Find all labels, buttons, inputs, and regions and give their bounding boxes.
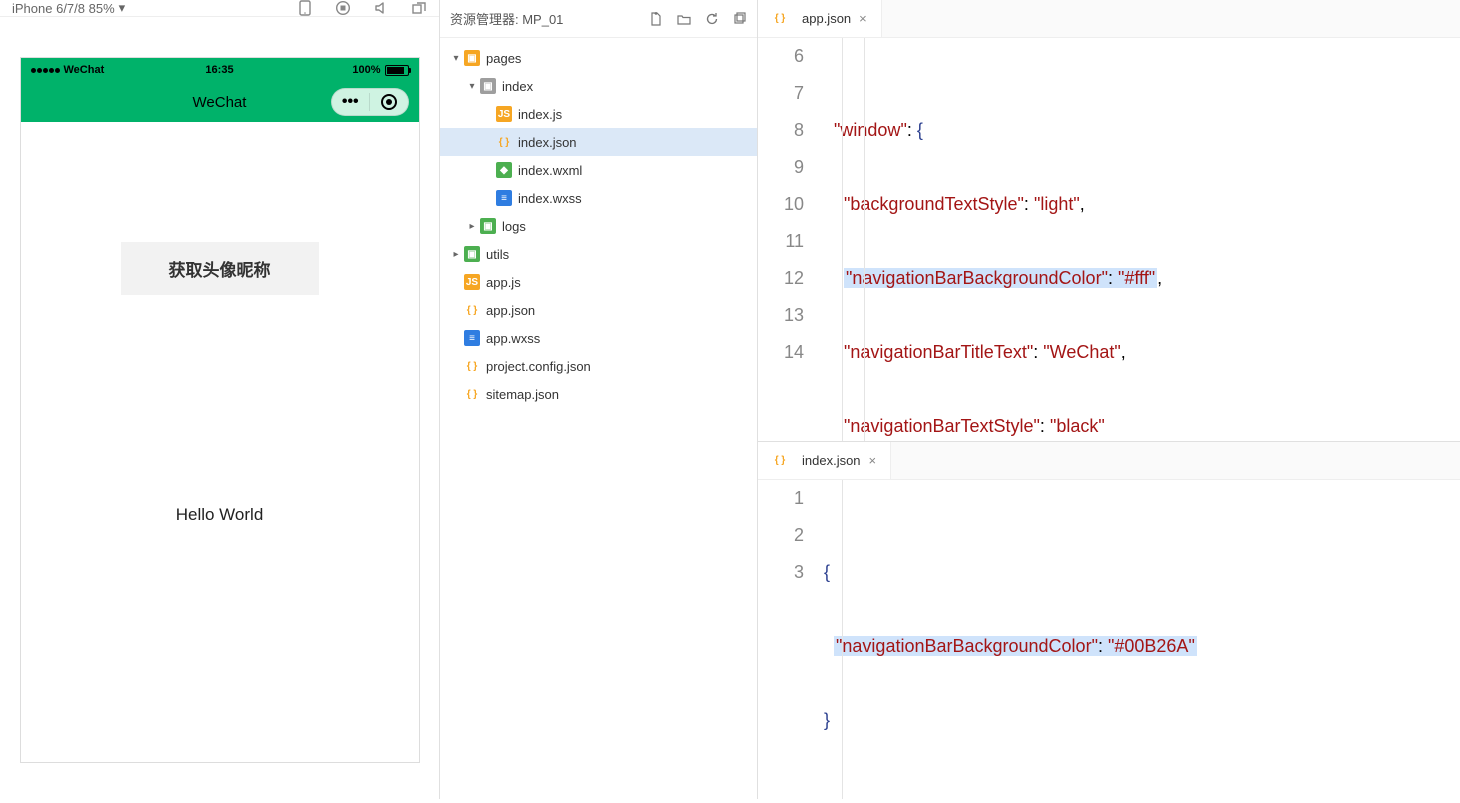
tree-folder-logs[interactable]: ▸ ▣ logs — [440, 212, 757, 240]
editor-top: { } app.json × 67891011121314 "window": … — [758, 0, 1460, 442]
tree-label: app.wxss — [486, 331, 540, 346]
json-icon: { } — [772, 11, 788, 27]
tree-file-project-config[interactable]: { } project.config.json — [440, 352, 757, 380]
wifi-icon — [108, 66, 120, 75]
tab-bar: { } index.json × — [758, 442, 1460, 480]
close-icon[interactable]: × — [869, 453, 877, 468]
tree-file-index-wxss[interactable]: ≡ index.wxss — [440, 184, 757, 212]
tree-file-index-wxml[interactable]: ◆ index.wxml — [440, 156, 757, 184]
sim-page: 获取头像昵称 Hello World — [21, 122, 419, 762]
explorer-header: 资源管理器: MP_01 — [440, 0, 757, 38]
device-icon[interactable] — [297, 0, 313, 16]
statusbar: WeChat 16:35 100% — [21, 58, 419, 82]
tab-label: app.json — [802, 11, 851, 26]
wxml-icon: ◆ — [496, 162, 512, 178]
tree-label: index.js — [518, 107, 562, 122]
tree-label: app.json — [486, 303, 535, 318]
file-tree: ▾ ▣ pages ▾ ▣ index JS index.js { } inde… — [440, 38, 757, 414]
json-icon: { } — [464, 358, 480, 374]
tree-folder-pages[interactable]: ▾ ▣ pages — [440, 44, 757, 72]
tree-file-app-wxss[interactable]: ≡ app.wxss — [440, 324, 757, 352]
tree-file-sitemap[interactable]: { } sitemap.json — [440, 380, 757, 408]
chevron-down-icon: ▾ — [448, 53, 464, 64]
chevron-down-icon: ▾ — [464, 81, 480, 92]
code-content: { "navigationBarBackgroundColor": "#00B2… — [820, 480, 1460, 799]
tree-label: logs — [502, 219, 526, 234]
tree-label: app.js — [486, 275, 521, 290]
collapse-icon[interactable] — [733, 12, 747, 26]
hello-text: Hello World — [176, 505, 264, 525]
wxss-icon: ≡ — [496, 190, 512, 206]
battery-pct: 100% — [352, 64, 380, 76]
js-icon: JS — [464, 274, 480, 290]
tree-folder-index[interactable]: ▾ ▣ index — [440, 72, 757, 100]
json-icon: { } — [496, 134, 512, 150]
nav-bar: WeChat ••• — [21, 82, 419, 122]
device-label: iPhone 6/7/8 85% — [12, 1, 115, 16]
device-selector[interactable]: iPhone 6/7/8 85% ▾ — [12, 0, 285, 16]
tree-label: index.json — [518, 135, 577, 150]
tree-file-index-json[interactable]: { } index.json — [440, 128, 757, 156]
mute-icon[interactable] — [373, 0, 389, 16]
detach-icon[interactable] — [411, 0, 427, 16]
explorer-title: 资源管理器: MP_01 — [450, 9, 641, 28]
get-avatar-button[interactable]: 获取头像昵称 — [121, 242, 319, 295]
explorer-panel: 资源管理器: MP_01 ▾ ▣ pages ▾ ▣ index JS inde — [440, 0, 758, 799]
battery-icon — [385, 65, 409, 76]
tree-folder-utils[interactable]: ▸ ▣ utils — [440, 240, 757, 268]
wxss-icon: ≡ — [464, 330, 480, 346]
tree-label: index.wxml — [518, 163, 582, 178]
new-file-icon[interactable] — [649, 12, 663, 26]
tree-label: utils — [486, 247, 509, 262]
clock-label: 16:35 — [157, 64, 283, 76]
gutter: 123 — [758, 480, 820, 799]
capsule-close-icon[interactable] — [370, 94, 408, 110]
capsule: ••• — [331, 88, 409, 116]
phone-screen: WeChat 16:35 100% WeChat ••• — [20, 57, 420, 763]
signal-icon — [31, 68, 60, 73]
json-icon: { } — [464, 386, 480, 402]
tree-label: index.wxss — [518, 191, 582, 206]
tab-app-json[interactable]: { } app.json × — [758, 0, 882, 37]
nav-title: WeChat — [193, 94, 247, 111]
tree-file-app-js[interactable]: JS app.js — [440, 268, 757, 296]
close-icon[interactable]: × — [859, 11, 867, 26]
carrier-label: WeChat — [64, 64, 105, 76]
tree-file-index-js[interactable]: JS index.js — [440, 100, 757, 128]
simulator-panel: iPhone 6/7/8 85% ▾ WeChat 16:35 — [0, 0, 440, 799]
gutter: 67891011121314 — [758, 38, 820, 441]
code-view[interactable]: 123 { "navigationBarBackgroundColor": "#… — [758, 480, 1460, 799]
folder-icon: ▣ — [480, 218, 496, 234]
chevron-right-icon: ▸ — [464, 221, 480, 232]
tab-index-json[interactable]: { } index.json × — [758, 442, 891, 479]
new-folder-icon[interactable] — [677, 12, 691, 26]
folder-icon: ▣ — [464, 246, 480, 262]
tree-label: project.config.json — [486, 359, 591, 374]
refresh-icon[interactable] — [705, 12, 719, 26]
json-icon: { } — [464, 302, 480, 318]
chevron-right-icon: ▸ — [448, 249, 464, 260]
code-view[interactable]: 67891011121314 "window": { "backgroundTe… — [758, 38, 1460, 441]
tab-label: index.json — [802, 453, 861, 468]
tab-bar: { } app.json × — [758, 0, 1460, 38]
json-icon: { } — [772, 453, 788, 469]
folder-icon: ▣ — [480, 78, 496, 94]
chevron-down-icon: ▾ — [119, 0, 126, 16]
tree-label: index — [502, 79, 533, 94]
editor-area: { } app.json × 67891011121314 "window": … — [758, 0, 1460, 799]
code-content: "window": { "backgroundTextStyle": "ligh… — [820, 38, 1460, 441]
tree-label: sitemap.json — [486, 387, 559, 402]
stop-icon[interactable] — [335, 0, 351, 16]
js-icon: JS — [496, 106, 512, 122]
capsule-menu-icon[interactable]: ••• — [332, 93, 371, 111]
simulator-toolbar: iPhone 6/7/8 85% ▾ — [0, 0, 439, 17]
editor-bottom: { } index.json × 123 { "navigationBarBac… — [758, 442, 1460, 799]
phone-frame: WeChat 16:35 100% WeChat ••• — [0, 17, 439, 803]
tree-file-app-json[interactable]: { } app.json — [440, 296, 757, 324]
tree-label: pages — [486, 51, 521, 66]
folder-icon: ▣ — [464, 50, 480, 66]
